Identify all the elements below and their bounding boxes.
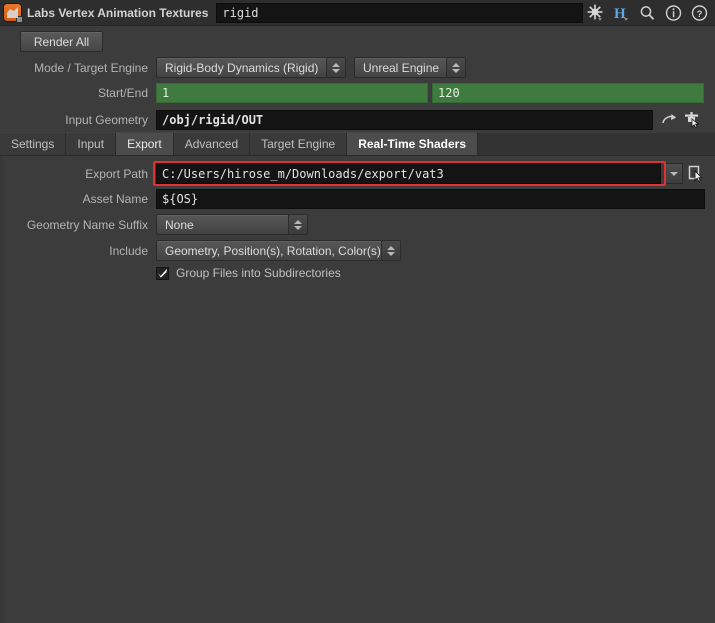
info-icon[interactable] — [665, 4, 682, 22]
include-label: Include — [109, 243, 148, 258]
parameter-tab-bar: Settings Input Export Advanced Target En… — [0, 132, 715, 156]
mode-dropdown[interactable]: Rigid-Body Dynamics (Rigid) — [156, 57, 346, 78]
group-files-checkbox[interactable] — [156, 266, 169, 280]
export-path-label: Export Path — [85, 166, 148, 181]
tab-target-engine[interactable]: Target Engine — [250, 132, 348, 155]
input-geometry-input[interactable]: /obj/rigid/OUT — [156, 109, 653, 130]
export-path-browse-button[interactable] — [686, 163, 707, 184]
render-all-button[interactable]: Render All — [20, 31, 103, 52]
gear-icon[interactable] — [587, 4, 604, 22]
chevron-down-icon — [670, 171, 678, 176]
labs-vat-parameter-window: Labs Vertex Animation Textures rigid H ?… — [0, 0, 715, 623]
target-engine-dropdown-value: Unreal Engine — [363, 60, 440, 75]
mode-dropdown-arrows-icon — [326, 58, 345, 77]
geometry-name-suffix-value: None — [165, 217, 194, 232]
geometry-name-suffix-arrows-icon — [288, 215, 307, 234]
start-end-label: Start/End — [97, 86, 148, 100]
window-titlebar: Labs Vertex Animation Textures rigid H ? — [0, 0, 715, 26]
help-icon[interactable]: ? — [691, 4, 708, 22]
houdini-h-icon[interactable]: H — [613, 4, 630, 22]
window-title: Labs Vertex Animation Textures — [27, 5, 209, 20]
geometry-name-suffix-row: Geometry Name Suffix None — [0, 214, 715, 235]
group-files-label: Group Files into Subdirectories — [176, 266, 341, 280]
file-picker-icon — [688, 165, 703, 182]
start-frame-input[interactable]: 1 — [156, 83, 428, 103]
node-name-input[interactable]: rigid — [216, 2, 583, 23]
group-files-row: Group Files into Subdirectories — [156, 266, 341, 280]
target-engine-dropdown-arrows-icon — [446, 58, 465, 77]
houdini-node-icon — [4, 4, 23, 23]
svg-text:?: ? — [697, 9, 703, 20]
reload-arrow-icon[interactable] — [659, 109, 680, 130]
titlebar-icon-group: H ? — [587, 4, 708, 22]
geometry-name-suffix-label: Geometry Name Suffix — [26, 217, 148, 232]
include-dropdown[interactable]: Geometry, Position(s), Rotation, Color(s… — [156, 240, 401, 261]
input-geometry-label: Input Geometry — [65, 112, 148, 127]
export-path-dropdown-button[interactable] — [665, 163, 683, 184]
node-picker-icon[interactable] — [682, 109, 703, 130]
render-all-row: Render All — [20, 31, 103, 52]
end-frame-input[interactable]: 120 — [432, 83, 704, 103]
start-end-row: Start/End 1 120 — [0, 83, 715, 103]
search-icon[interactable] — [639, 4, 656, 22]
input-geometry-row: Input Geometry /obj/rigid/OUT — [0, 109, 715, 130]
tab-input[interactable]: Input — [66, 132, 117, 155]
geometry-name-suffix-dropdown[interactable]: None — [156, 214, 308, 235]
tab-real-time-shaders[interactable]: Real-Time Shaders — [347, 132, 479, 155]
export-path-input[interactable]: C:/Users/hirose_m/Downloads/export/vat3 — [156, 163, 661, 184]
include-dropdown-value: Geometry, Position(s), Rotation, Color(s… — [165, 243, 381, 258]
asset-name-row: Asset Name ${OS} — [0, 189, 715, 209]
tab-settings[interactable]: Settings — [0, 132, 67, 155]
svg-text:H: H — [614, 6, 626, 22]
include-dropdown-arrows-icon — [381, 241, 400, 260]
mode-target-engine-label: Mode / Target Engine — [34, 60, 148, 75]
include-row: Include Geometry, Position(s), Rotation,… — [0, 240, 715, 261]
target-engine-dropdown[interactable]: Unreal Engine — [354, 57, 466, 78]
asset-name-label: Asset Name — [82, 192, 148, 206]
mode-dropdown-value: Rigid-Body Dynamics (Rigid) — [165, 60, 319, 75]
asset-name-input[interactable]: ${OS} — [156, 189, 705, 209]
export-path-row: Export Path C:/Users/hirose_m/Downloads/… — [0, 163, 715, 184]
tab-advanced[interactable]: Advanced — [173, 132, 251, 155]
mode-target-engine-row: Mode / Target Engine Rigid-Body Dynamics… — [0, 57, 715, 78]
tab-export[interactable]: Export — [116, 132, 174, 155]
